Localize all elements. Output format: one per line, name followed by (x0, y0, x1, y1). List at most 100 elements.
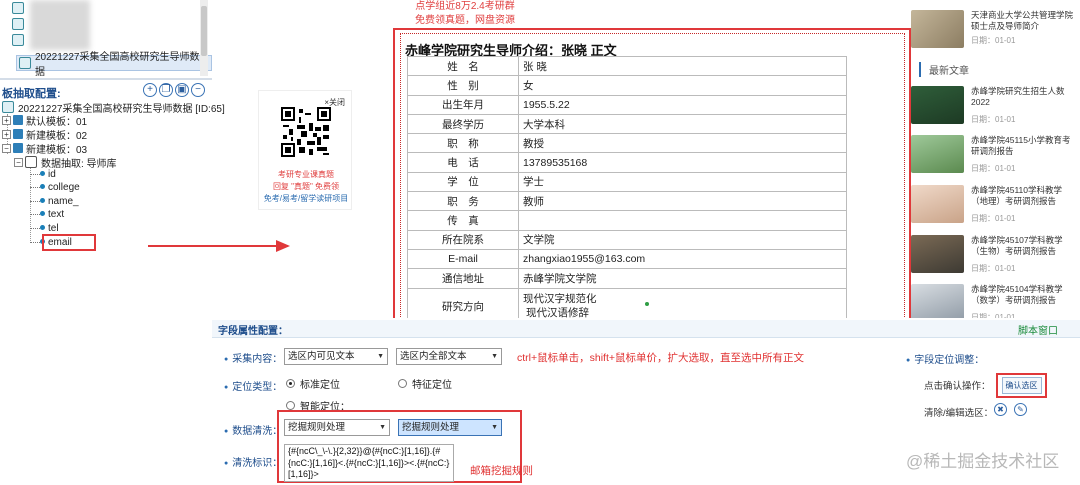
article-date: 日期：01-01 (971, 36, 1016, 45)
left-tree-panel: 20221227采集全国高校研究生导师数据 板抽取配置: + ❐ ▣ − 202… (0, 0, 225, 485)
article-item[interactable]: 赤峰学院45110学科教学（地理）考研调剂报告 日期：01-01 (911, 185, 1080, 229)
header-line-2: 免费领真题，网盘资源 (415, 15, 515, 26)
info-key: 电 话 (407, 152, 519, 173)
copy-icon[interactable]: ❐ (159, 83, 173, 97)
field-icon (30, 196, 46, 206)
email-rule-note: 邮箱挖掘规则 (470, 465, 533, 477)
info-value: 大学本科 (518, 113, 847, 135)
info-row: 出生年月 1955.5.22 (407, 94, 847, 115)
confirm-selection-button[interactable]: 确认选区 (1001, 377, 1042, 394)
field-icon (30, 223, 46, 233)
info-row: 学 位学士 (407, 171, 847, 193)
cube-icon (2, 101, 14, 113)
info-row: 职 务教师 (407, 191, 847, 212)
expand-icon[interactable]: + (2, 115, 11, 125)
info-value: 教授 (518, 133, 847, 154)
article-thumbnail (911, 185, 964, 223)
tree-scrollbar[interactable] (200, 0, 208, 76)
article-item[interactable]: 赤峰学院45107学科教学（生物）考研调剂报告 日期：01-01 (911, 235, 1080, 279)
article-item[interactable]: 赤峰学院研究生招生人数2022 日期：01-01 (911, 86, 1080, 130)
article-title[interactable]: 赤峰学院45110学科教学（地理）考研调剂报告 (971, 185, 1077, 206)
article-thumbnail (911, 284, 964, 322)
panel-divider[interactable] (0, 78, 212, 80)
collapse-icon[interactable]: − (2, 143, 11, 153)
radio-icon (286, 401, 295, 410)
top-tree-selected-item[interactable]: 20221227采集全国高校研究生导师数据 (16, 52, 212, 78)
field-icon (30, 169, 46, 179)
mark-label: 清洗标识： (224, 454, 282, 469)
clean-label: 数据清洗： (224, 422, 282, 437)
remove-icon[interactable]: − (191, 83, 205, 97)
top-tree-item[interactable] (12, 16, 28, 32)
info-key: 所在院系 (407, 229, 519, 250)
info-key: 通信地址 (407, 268, 519, 289)
info-value: 教师 (518, 191, 847, 212)
article-item[interactable]: 赤峰学院45115小学教育考研调剂报告 日期：01-01 (911, 135, 1080, 179)
screenshot-root: 20221227采集全国高校研究生导师数据 板抽取配置: + ❐ ▣ − 202… (0, 0, 1080, 485)
article-date: 日期：01-01 (971, 115, 1016, 124)
info-key: 最终学历 (407, 113, 519, 135)
field-label: name_ (48, 195, 79, 207)
field-icon (30, 182, 46, 192)
article-item[interactable]: 天津商业大学公共管理学院硕士点及导师简介 日期：01-01 (911, 10, 1080, 54)
page-content-area[interactable]: 赤峰学院研究生导师介绍：张晓 正文 姓 名张 晓性 别女出生年月 1955.5.2… (400, 33, 905, 335)
radio-label: 特征定位 (412, 380, 452, 391)
qr-line-1: 考研专业课真题 (278, 170, 334, 179)
article-thumbnail (911, 135, 964, 173)
field-item[interactable]: id (30, 167, 56, 181)
article-title[interactable]: 赤峰学院45115小学教育考研调剂报告 (971, 135, 1077, 156)
script-window-link[interactable]: 脚本窗口 (1018, 322, 1058, 337)
edit-icon[interactable]: ✎ (1014, 403, 1027, 416)
field-item[interactable]: tel (30, 221, 59, 235)
article-title[interactable]: 赤峰学院45104学科教学（数学）考研调剂报告 (971, 284, 1077, 305)
field-item[interactable]: college (30, 180, 80, 194)
field-label: text (48, 208, 65, 220)
locate-feature-radio[interactable]: 特征定位 (398, 376, 452, 391)
template-icon (13, 143, 23, 153)
template-label: 新建模板：02 (26, 130, 88, 142)
info-value: zhangxiao1955@163.com (518, 248, 847, 270)
top-tree-item[interactable] (12, 32, 28, 48)
clean-select-2[interactable]: 挖掘规则处理 (398, 419, 502, 436)
collapse-icon[interactable]: − (14, 157, 23, 167)
top-tree-item[interactable] (12, 0, 28, 16)
qr-code-icon (281, 107, 331, 157)
field-label: tel (48, 222, 59, 234)
collect-select-1[interactable]: 选区内可见文本 (284, 348, 388, 365)
info-table: 姓 名张 晓性 别女出生年月 1955.5.22 最终学历 大学本科职 称教授电 话1… (407, 55, 847, 325)
cube-icon (19, 57, 31, 69)
article-title[interactable]: 赤峰学院45107学科教学（生物）考研调剂报告 (971, 235, 1077, 256)
info-row: 最终学历 大学本科 (407, 113, 847, 135)
save-icon[interactable]: ▣ (175, 83, 189, 97)
radio-icon (398, 379, 407, 388)
clear-edit-label: 清除/编辑选区： (924, 408, 994, 419)
tree-template-1[interactable]: + 默认模板：01 (2, 113, 87, 128)
cube-icon (12, 18, 24, 30)
add-icon[interactable]: + (143, 83, 157, 97)
tree-template-2[interactable]: + 新建模板：02 (2, 127, 88, 142)
config-title: 字段属性配置： (218, 326, 288, 337)
article-thumbnail (911, 86, 964, 124)
article-title[interactable]: 赤峰学院研究生招生人数2022 (971, 86, 1077, 107)
info-key: 性 别 (407, 75, 519, 96)
locate-standard-radio[interactable]: 标准定位 (286, 376, 340, 391)
expand-icon[interactable]: + (2, 129, 11, 139)
instruction-note: ctrl+鼠标单击，shift+鼠标单价，扩大选取，直至选中所有正文 (517, 352, 805, 364)
scrollbar-thumb[interactable] (201, 6, 207, 56)
article-thumbnail (911, 10, 964, 48)
info-row: 所在院系 文学院 (407, 229, 847, 250)
info-row: 通信地址 赤峰学院文学院 (407, 268, 847, 289)
delete-icon[interactable]: ✖ (994, 403, 1007, 416)
info-key: E-mail (407, 248, 519, 270)
clean-rule-textarea[interactable]: {#{ncC\_\-\.}{2,32}}@{#{ncC:}[1,16]}.{#{… (284, 444, 454, 482)
qr-line-2: 回复 "真题" 免费领 (272, 182, 340, 191)
field-item[interactable]: name_ (30, 194, 79, 208)
tree-template-3[interactable]: − 新建模板：03 (2, 141, 87, 156)
cube-icon (12, 34, 24, 46)
clean-select-1[interactable]: 挖掘规则处理 (284, 419, 390, 436)
collect-label: 采集内容： (224, 350, 282, 365)
collect-select-2[interactable]: 选区内全部文本 (396, 348, 502, 365)
info-value: 张 晓 (518, 55, 847, 77)
article-title[interactable]: 天津商业大学公共管理学院硕士点及导师简介 (971, 10, 1077, 31)
field-item[interactable]: text (30, 207, 64, 221)
